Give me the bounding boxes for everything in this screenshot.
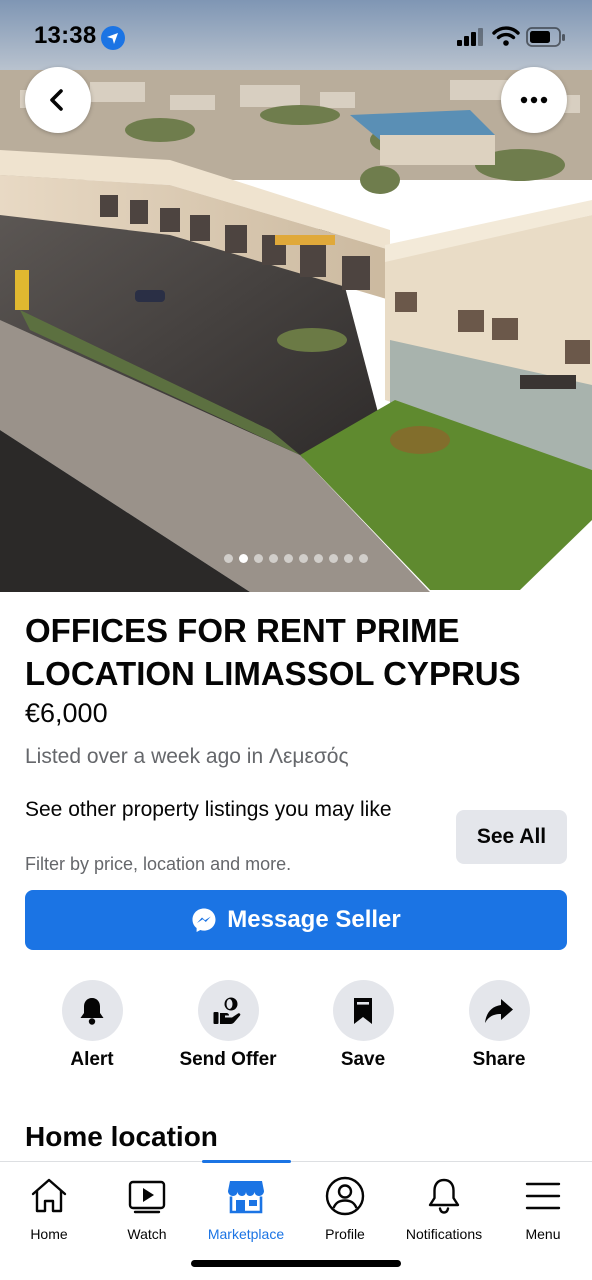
notifications-icon xyxy=(428,1178,460,1214)
share-arrow-icon xyxy=(485,998,513,1023)
save-icon-circle xyxy=(332,980,394,1041)
menu-icon xyxy=(525,1182,561,1210)
bookmark-icon xyxy=(354,997,372,1024)
home-location-heading: Home location xyxy=(25,1121,218,1152)
cellular-signal-icon xyxy=(457,28,483,46)
chevron-left-icon xyxy=(50,89,63,111)
listing-photo-carousel[interactable]: 13:38 xyxy=(0,0,592,592)
tab-notifications[interactable]: Notifications xyxy=(395,1174,493,1242)
promo-subtitle: Filter by price, location and more. xyxy=(25,854,292,874)
message-seller-label: Message Seller xyxy=(227,906,401,933)
carousel-dot[interactable] xyxy=(359,554,368,563)
active-tab-indicator xyxy=(202,1160,291,1163)
see-all-button[interactable]: See All xyxy=(456,810,567,864)
alert-label: Alert xyxy=(70,1049,114,1070)
carousel-dot[interactable] xyxy=(329,554,338,563)
carousel-dots[interactable] xyxy=(0,554,592,566)
profile-icon xyxy=(325,1176,365,1216)
tab-profile[interactable]: Profile xyxy=(296,1174,394,1242)
save-button[interactable]: Save xyxy=(295,980,431,1071)
share-icon-circle xyxy=(468,980,530,1041)
tab-marketplace[interactable]: Marketplace xyxy=(197,1174,295,1242)
more-horizontal-icon xyxy=(520,96,548,104)
carousel-dot[interactable] xyxy=(299,554,308,563)
tab-watch-label: Watch xyxy=(127,1226,167,1242)
tab-menu[interactable]: Menu xyxy=(494,1174,592,1242)
send-offer-icon xyxy=(213,997,241,1024)
listing-price: €6,000 xyxy=(25,698,108,728)
battery-icon xyxy=(526,27,565,47)
alert-button[interactable]: Alert xyxy=(24,980,160,1071)
bell-icon xyxy=(80,997,104,1025)
home-icon xyxy=(31,1178,67,1213)
send-offer-label: Send Offer xyxy=(179,1049,277,1070)
share-label: Share xyxy=(472,1049,526,1070)
status-bar: 13:38 xyxy=(0,0,592,76)
carousel-dot[interactable] xyxy=(314,554,323,563)
marketplace-icon xyxy=(228,1181,264,1214)
listing-time-location: Listed over a week ago in Λεμεσός xyxy=(25,745,349,768)
carousel-dot[interactable] xyxy=(224,554,233,563)
promo-title: See other property listings you may like xyxy=(25,798,392,821)
carousel-dot[interactable] xyxy=(284,554,293,563)
back-button[interactable] xyxy=(25,67,91,133)
tab-home-label: Home xyxy=(30,1226,68,1242)
more-options-button[interactable] xyxy=(501,67,567,133)
share-button[interactable]: Share xyxy=(431,980,567,1071)
listing-actions: Alert Send Offer Save Share xyxy=(0,980,592,1080)
carousel-dot[interactable] xyxy=(254,554,263,563)
status-time: 13:38 xyxy=(34,22,97,49)
carousel-dot[interactable] xyxy=(239,554,248,563)
home-indicator[interactable] xyxy=(191,1260,401,1267)
tab-profile-label: Profile xyxy=(325,1226,365,1242)
alert-icon-circle xyxy=(61,980,123,1041)
tab-home[interactable]: Home xyxy=(0,1174,98,1242)
tab-notifications-label: Notifications xyxy=(405,1226,483,1242)
tab-marketplace-label: Marketplace xyxy=(207,1226,285,1242)
carousel-dot[interactable] xyxy=(269,554,278,563)
messenger-icon xyxy=(192,908,216,932)
send-offer-button[interactable]: Send Offer xyxy=(160,980,296,1071)
listing-title: OFFICES FOR RENT PRIME LOCATION LIMASSOL… xyxy=(25,612,521,692)
carousel-dot[interactable] xyxy=(344,554,353,563)
watch-icon xyxy=(128,1180,166,1214)
send-offer-icon-circle xyxy=(197,980,259,1041)
save-label: Save xyxy=(340,1049,386,1070)
wifi-icon xyxy=(492,26,520,46)
location-arrow-icon xyxy=(101,26,125,50)
tab-watch[interactable]: Watch xyxy=(98,1174,196,1242)
message-seller-button[interactable]: Message Seller xyxy=(25,890,567,950)
tab-menu-label: Menu xyxy=(525,1226,561,1242)
